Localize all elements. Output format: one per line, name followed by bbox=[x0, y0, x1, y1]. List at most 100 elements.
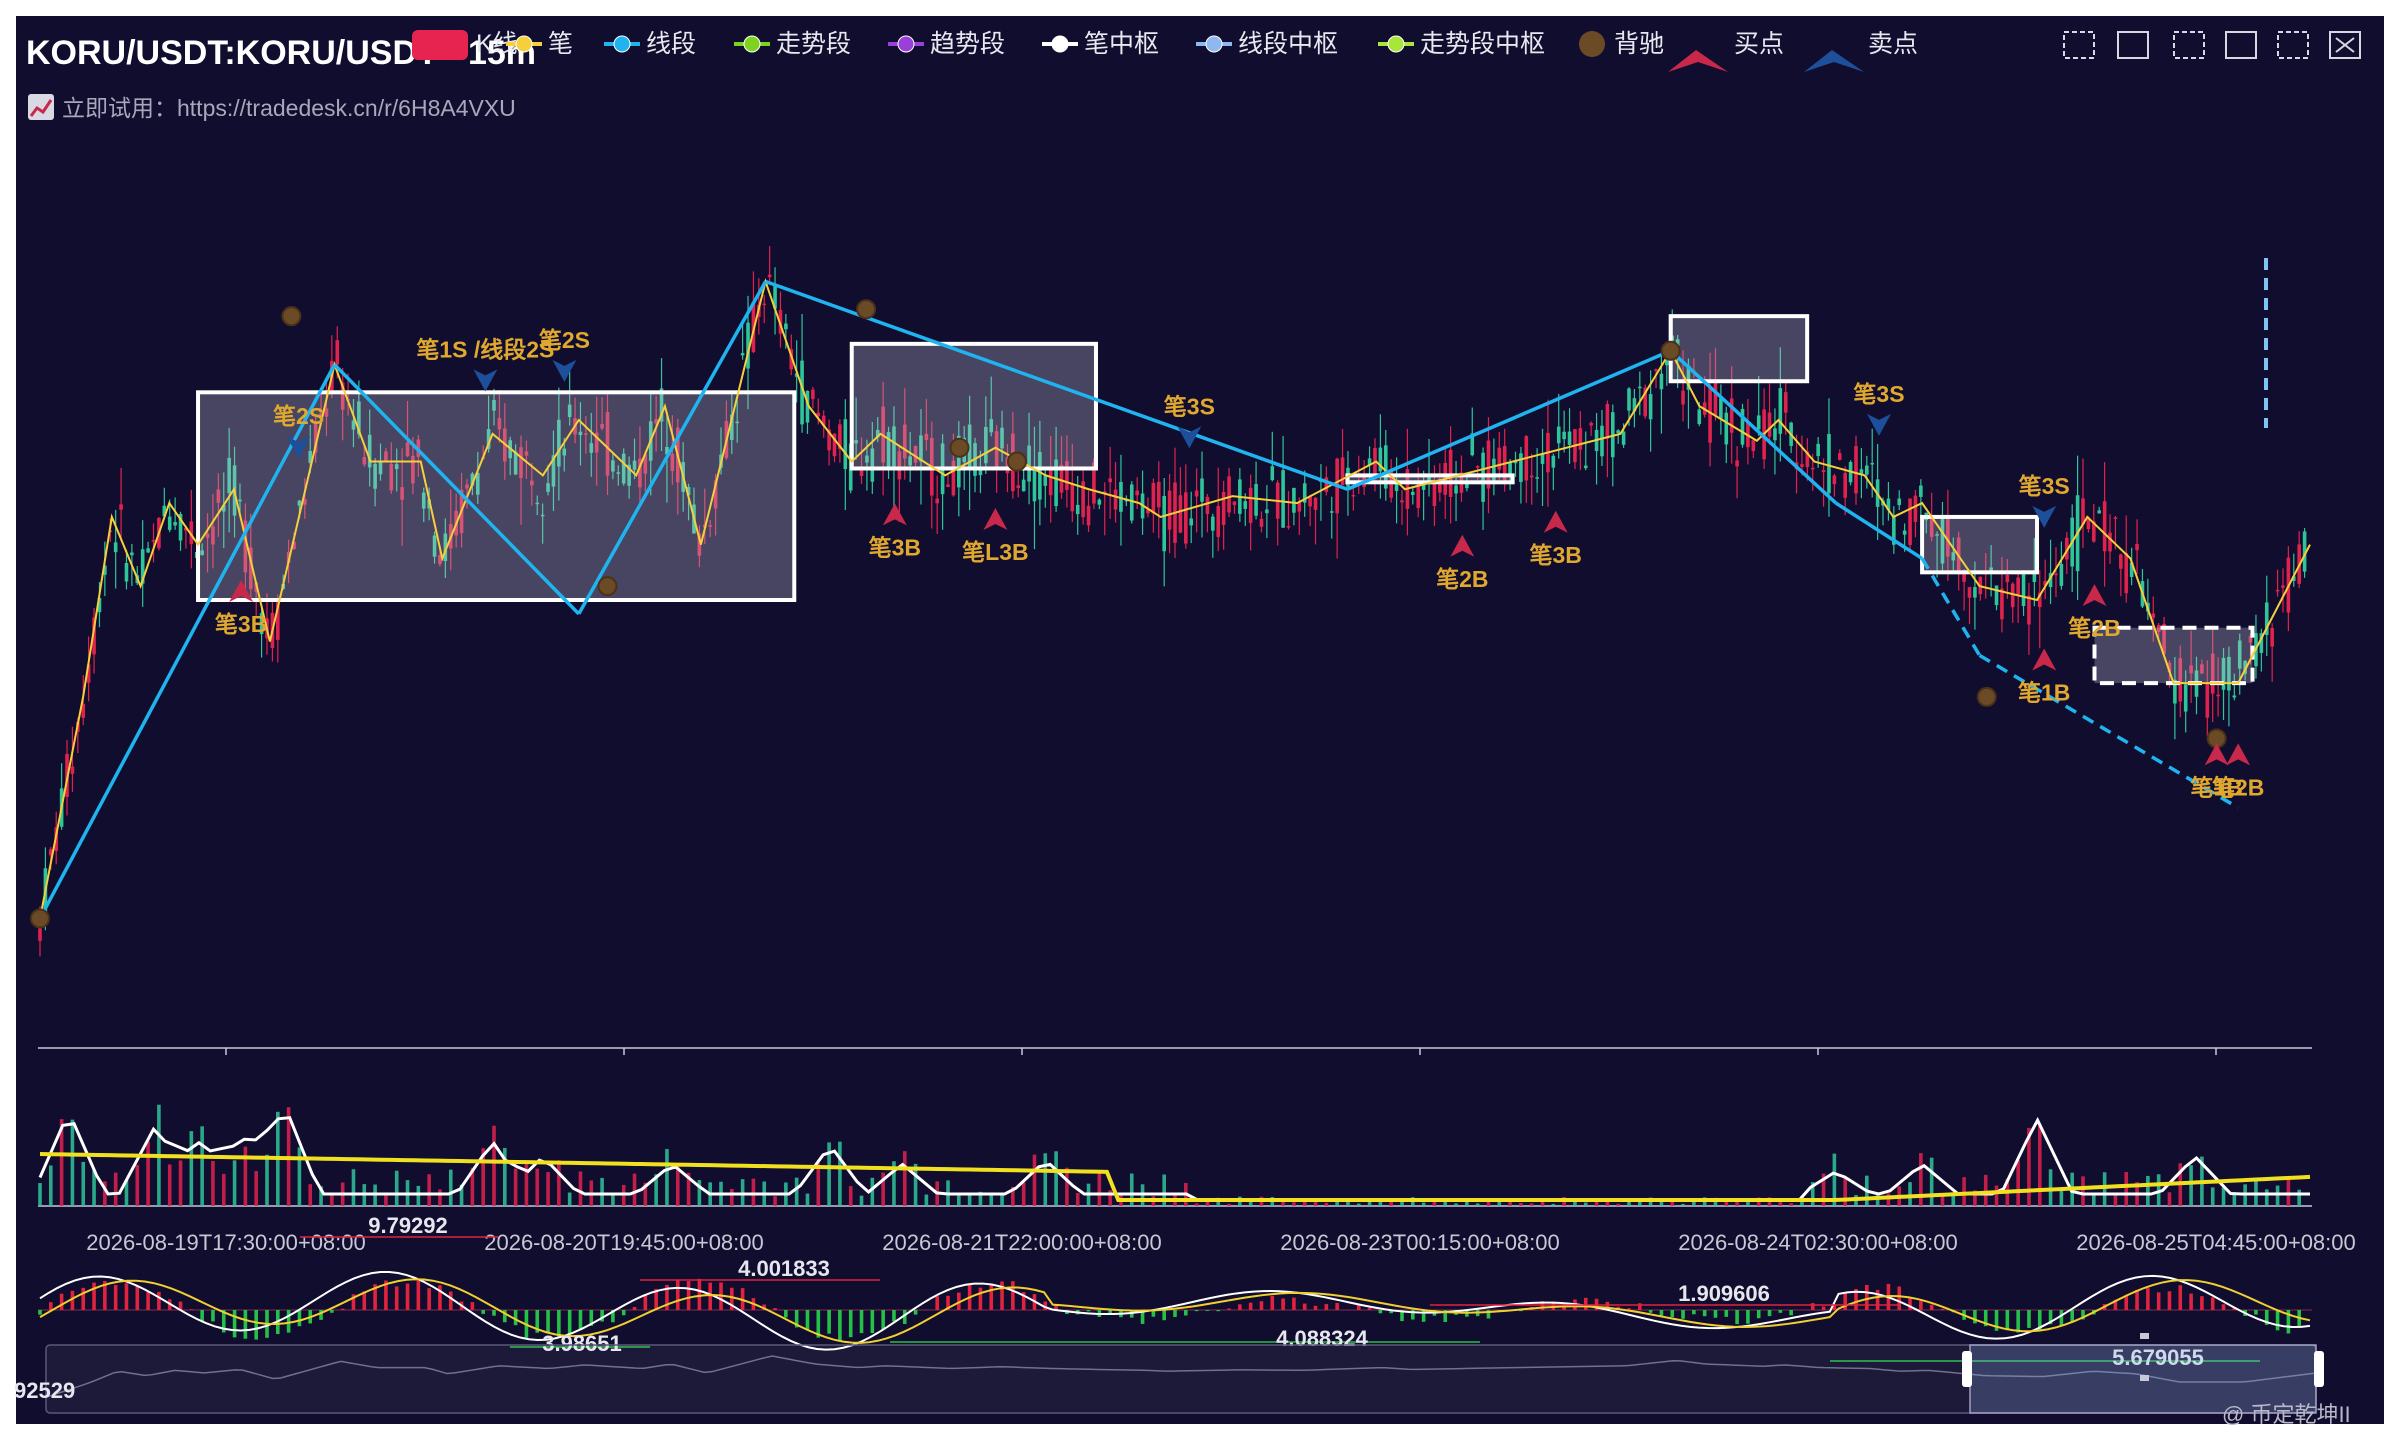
macd-bar bbox=[1216, 1310, 1221, 1312]
zoom-select-icon[interactable] bbox=[2063, 31, 2095, 59]
candle-body bbox=[1475, 466, 1480, 468]
divergence-dot[interactable] bbox=[1976, 686, 1997, 707]
candle-body bbox=[2281, 585, 2285, 588]
buy-signal[interactable]: 笔3B bbox=[1530, 510, 1582, 568]
legend-item[interactable]: 笔中枢 bbox=[1042, 30, 1159, 58]
macd-bar bbox=[2200, 1296, 2204, 1310]
divergence-dot[interactable] bbox=[1006, 451, 1027, 472]
macd-bar bbox=[1184, 1310, 1188, 1316]
candle-body bbox=[2102, 501, 2107, 552]
buy-signal[interactable]: 笔2B bbox=[2068, 584, 2121, 641]
macd-bar bbox=[1778, 1310, 1783, 1313]
macd-bar bbox=[1313, 1305, 1318, 1310]
divergence-dot[interactable] bbox=[856, 299, 877, 320]
candle-body bbox=[1837, 453, 1842, 460]
macd-bar bbox=[448, 1291, 453, 1310]
volume-bar bbox=[600, 1177, 604, 1206]
volume-bar bbox=[1508, 1201, 1512, 1206]
legend-item[interactable]: 背驰 bbox=[1579, 30, 1664, 58]
volume-bar bbox=[1551, 1203, 1556, 1206]
macd-bar bbox=[2221, 1304, 2226, 1310]
slider-right-handle[interactable] bbox=[2314, 1351, 2324, 1387]
candle-body bbox=[1719, 398, 1723, 419]
divergence-dot[interactable] bbox=[949, 437, 970, 458]
volume-bar bbox=[675, 1166, 680, 1206]
signal-label: 笔2S bbox=[273, 403, 324, 429]
volume-bar bbox=[848, 1186, 853, 1206]
divergence-dot[interactable] bbox=[1660, 340, 1681, 361]
volume-bar bbox=[448, 1169, 453, 1206]
lasso-icon[interactable] bbox=[2117, 31, 2149, 59]
expand-icon[interactable] bbox=[2225, 31, 2257, 59]
buy-arrow-icon bbox=[983, 508, 1008, 530]
volume-bar bbox=[816, 1163, 821, 1206]
macd-bar bbox=[38, 1310, 42, 1315]
divergence-dot[interactable] bbox=[30, 908, 50, 929]
macd-bar bbox=[1086, 1310, 1091, 1312]
legend-label: 线段中枢 bbox=[1238, 30, 1338, 58]
candle-body bbox=[1113, 489, 1118, 510]
candle-body bbox=[1351, 495, 1356, 497]
legend-item[interactable]: 趋势段 bbox=[888, 30, 1005, 58]
slider-left-handle[interactable] bbox=[1962, 1351, 1972, 1387]
candle-body bbox=[146, 548, 150, 553]
buy-signal[interactable]: 笔3B bbox=[869, 503, 921, 560]
macd-bar bbox=[1248, 1302, 1253, 1310]
macd-bar bbox=[838, 1310, 842, 1341]
macd-bar bbox=[1865, 1284, 1869, 1310]
candle-body bbox=[167, 516, 172, 530]
macd-bar bbox=[1681, 1310, 1685, 1319]
candle-body bbox=[1967, 587, 1972, 598]
buy-signal[interactable]: 笔L3B bbox=[962, 508, 1029, 565]
legend-item[interactable]: 走势段中枢 bbox=[1378, 30, 1545, 58]
buy-arrow-icon bbox=[1543, 510, 1568, 533]
kline-legend-badge[interactable] bbox=[412, 30, 468, 60]
close-zoom-icon[interactable] bbox=[2329, 31, 2361, 59]
sell-signal[interactable]: 笔3S bbox=[1853, 381, 1905, 436]
macd-bar bbox=[913, 1310, 918, 1315]
volume-bar bbox=[427, 1174, 431, 1206]
divergence-dot[interactable] bbox=[597, 576, 618, 597]
macd-bar bbox=[1821, 1306, 1826, 1310]
divergence-dot[interactable] bbox=[281, 306, 302, 327]
candle-body bbox=[1167, 490, 1172, 530]
macd-bar bbox=[1659, 1310, 1664, 1316]
legend-item[interactable]: 线段中枢 bbox=[1196, 30, 1338, 58]
chan-chart[interactable]: 笔3B笔2S笔1S /线段2S笔2S笔3B 笔L3B笔3S笔2B笔3B笔3S笔3S… bbox=[0, 0, 2400, 1440]
candle-body bbox=[1016, 485, 1021, 489]
macd-bar bbox=[2005, 1310, 2010, 1331]
macd-bar bbox=[481, 1310, 485, 1314]
line-dot-green bbox=[743, 35, 761, 53]
zoom-reset-icon[interactable] bbox=[2173, 31, 2205, 59]
buy-signal[interactable]: 笔2B bbox=[1436, 534, 1489, 592]
volume-bar bbox=[1097, 1172, 1102, 1206]
divergence-legend-icon bbox=[1579, 31, 1605, 57]
legend-item[interactable]: 走势段 bbox=[734, 30, 851, 58]
macd-bar bbox=[2027, 1310, 2031, 1328]
volume-bar bbox=[2254, 1178, 2258, 1206]
volume-bar bbox=[2286, 1176, 2291, 1206]
candle-body bbox=[1075, 504, 1080, 515]
macd-bar bbox=[297, 1310, 302, 1327]
legend-item[interactable]: 买点 bbox=[1668, 30, 1784, 72]
buy-arrow-icon bbox=[2204, 743, 2229, 766]
restore-icon[interactable] bbox=[2277, 31, 2309, 59]
subtitle-row: 立即试用：https://tradedesk.cn/r/6H8A4VXU bbox=[28, 94, 516, 121]
volume-bar bbox=[1616, 1203, 1620, 1206]
signal-label: 笔2B bbox=[1436, 566, 1488, 592]
macd-bar bbox=[200, 1310, 204, 1321]
legend[interactable]: K线笔线段 走势段 趋势段 笔中枢 线段中枢 走势段中枢 背驰 买点 卖点 bbox=[476, 30, 1918, 72]
macd-bar bbox=[1919, 1301, 1923, 1310]
zoom-slider[interactable]: 92529 bbox=[14, 1333, 2324, 1414]
toolbox[interactable] bbox=[2063, 31, 2361, 59]
line-dot-cyan bbox=[613, 35, 631, 53]
sell-signal[interactable]: 笔1S /线段2S bbox=[416, 336, 554, 392]
candle-body bbox=[1216, 506, 1221, 537]
macd-bar bbox=[135, 1285, 140, 1310]
legend-item[interactable]: 卖点 bbox=[1804, 30, 1918, 72]
buy-signal[interactable]: 笔1B bbox=[2018, 648, 2070, 705]
candle-body bbox=[1697, 409, 1702, 424]
legend-item[interactable]: 线段 bbox=[604, 30, 696, 58]
slider-drag-handle-icon[interactable] bbox=[2140, 1333, 2149, 1339]
slider-drag-handle-icon[interactable] bbox=[2140, 1375, 2149, 1381]
